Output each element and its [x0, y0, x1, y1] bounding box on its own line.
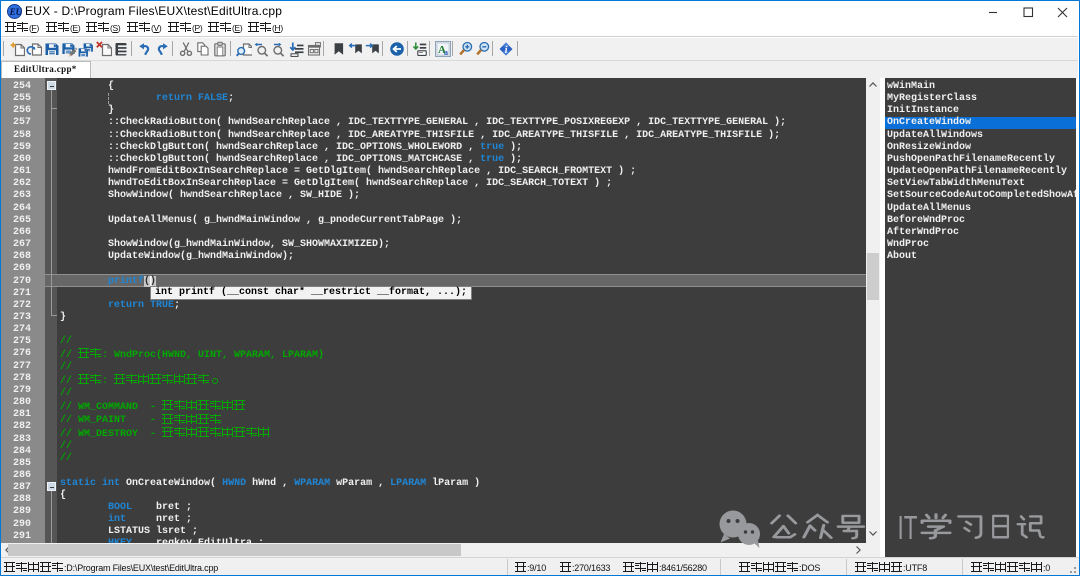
svg-text:IT: IT — [898, 509, 918, 546]
svg-text:a: a — [444, 48, 448, 57]
svg-text:EU: EU — [9, 7, 22, 17]
svg-text:i: i — [505, 45, 508, 56]
